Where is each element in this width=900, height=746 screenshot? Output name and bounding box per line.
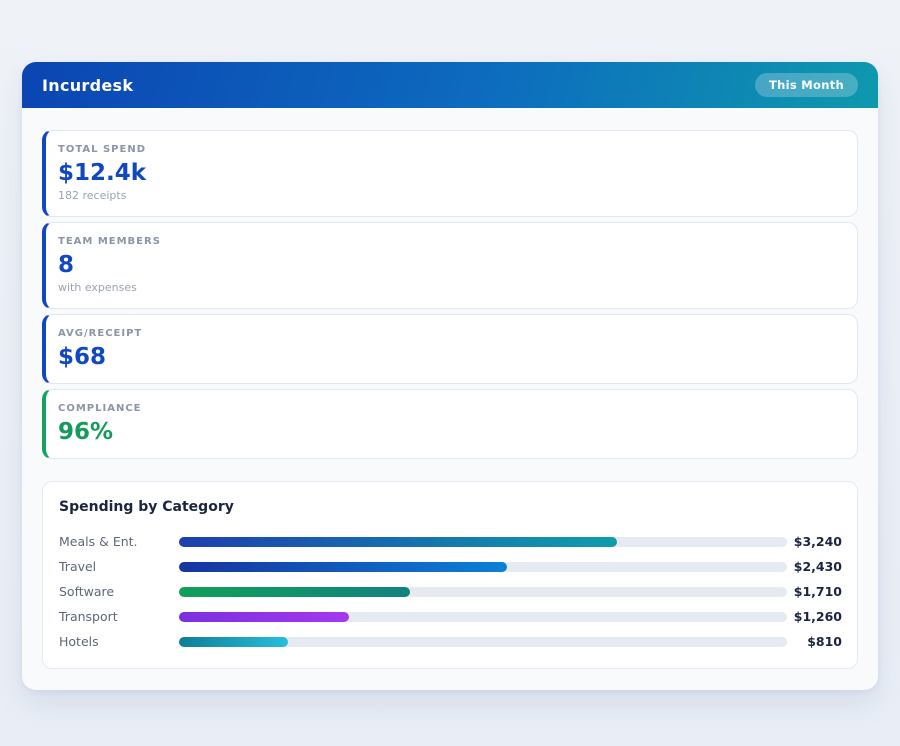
category-label: Software: [59, 584, 179, 599]
bar-fill: [179, 562, 507, 572]
period-badge[interactable]: This Month: [755, 73, 858, 97]
stat-label: COMPLIANCE: [58, 402, 841, 415]
spending-by-category-panel: Spending by Category Meals & Ent. $3,240…: [42, 481, 858, 669]
stat-subtext: 182 receipts: [58, 189, 841, 202]
category-value: $810: [787, 634, 842, 649]
stat-card-compliance: COMPLIANCE 96%: [42, 389, 858, 459]
stat-label: TEAM MEMBERS: [58, 235, 841, 248]
category-value: $3,240: [787, 534, 842, 549]
category-label: Hotels: [59, 634, 179, 649]
bar-fill: [179, 587, 410, 597]
category-label: Travel: [59, 559, 179, 574]
chart-row-software: Software $1,710: [59, 579, 842, 604]
category-label: Transport: [59, 609, 179, 624]
stat-card-total-spend: TOTAL SPEND $12.4k 182 receipts: [42, 130, 858, 217]
category-label: Meals & Ent.: [59, 534, 179, 549]
chart-row-meals: Meals & Ent. $3,240: [59, 529, 842, 554]
bar-track: [179, 612, 787, 622]
category-value: $1,260: [787, 609, 842, 624]
bar-track: [179, 637, 787, 647]
chart-row-transport: Transport $1,260: [59, 604, 842, 629]
stat-card-avg-receipt: AVG/RECEIPT $68: [42, 314, 858, 384]
bar-fill: [179, 637, 288, 647]
bar-fill: [179, 612, 349, 622]
stat-value: $68: [58, 344, 841, 371]
category-value: $2,430: [787, 559, 842, 574]
app-header: Incurdesk This Month: [22, 62, 878, 108]
category-value: $1,710: [787, 584, 842, 599]
stat-label: AVG/RECEIPT: [58, 327, 841, 340]
bar-track: [179, 587, 787, 597]
chart-row-travel: Travel $2,430: [59, 554, 842, 579]
dashboard-card: Incurdesk This Month TOTAL SPEND $12.4k …: [22, 62, 878, 690]
bar-fill: [179, 537, 617, 547]
chart-row-hotels: Hotels $810: [59, 629, 842, 654]
stat-label: TOTAL SPEND: [58, 143, 841, 156]
stat-value: 96%: [58, 419, 841, 446]
page-background: Incurdesk This Month TOTAL SPEND $12.4k …: [0, 0, 900, 690]
bar-track: [179, 537, 787, 547]
panel-title: Spending by Category: [59, 499, 842, 515]
dashboard-body: TOTAL SPEND $12.4k 182 receipts TEAM MEM…: [22, 108, 878, 690]
category-bar-chart: Meals & Ent. $3,240 Travel $2,430 Softwa…: [59, 529, 842, 654]
stat-value: 8: [58, 252, 841, 279]
bar-track: [179, 562, 787, 572]
stat-value: $12.4k: [58, 160, 841, 187]
stat-subtext: with expenses: [58, 281, 841, 294]
stat-card-team-members: TEAM MEMBERS 8 with expenses: [42, 222, 858, 309]
app-title: Incurdesk: [42, 76, 133, 95]
